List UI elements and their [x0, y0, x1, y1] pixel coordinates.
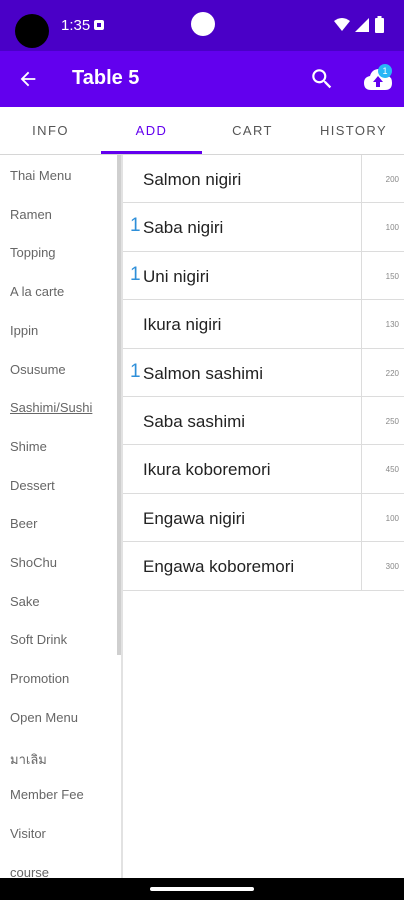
sidebar-item-label: Soft Drink	[10, 632, 68, 648]
item-divider	[361, 397, 362, 445]
home-gesture-handle[interactable]	[150, 887, 254, 891]
arrow-back-icon[interactable]	[17, 68, 39, 90]
item-divider	[361, 203, 362, 252]
item-name: Salmon sashimi	[143, 363, 263, 383]
tab-info[interactable]: INFO	[0, 107, 101, 154]
tab-cart[interactable]: CART	[202, 107, 303, 154]
sidebar-item-open-menu[interactable]: Open Menu	[0, 697, 117, 736]
item-divider	[361, 348, 362, 397]
menu-item[interactable]: 1 Salmon sashimi 220	[123, 348, 404, 397]
sidebar-item-label: Beer	[10, 516, 38, 532]
tab-add[interactable]: ADD	[101, 107, 202, 154]
item-price: 100	[385, 223, 399, 233]
item-price: 250	[385, 417, 399, 426]
page-title: Table 5	[72, 67, 140, 89]
item-name: Engawa nigiri	[143, 508, 246, 528]
item-count: 1	[130, 263, 141, 285]
cart-badge: 1	[378, 64, 392, 78]
status-time: 1:35	[61, 17, 91, 34]
item-price: 450	[385, 465, 399, 475]
item-name: Saba nigiri	[143, 218, 224, 238]
item-price: 220	[385, 368, 399, 378]
sidebar-item-label: Shime	[10, 438, 47, 454]
search-icon[interactable]	[309, 66, 335, 92]
item-price: 100	[385, 513, 399, 523]
menu-item[interactable]: Salmon nigiri 200	[123, 155, 404, 204]
sidebar-item-label: Ramen	[10, 206, 52, 222]
sidebar-item-sake[interactable]: Sake	[0, 581, 117, 620]
item-divider	[361, 300, 362, 349]
menu-item[interactable]: Ikura koboremori 450	[123, 445, 404, 494]
item-price: 300	[385, 562, 399, 572]
notification-icon	[94, 20, 104, 30]
menu-item[interactable]: Engawa nigiri 100	[123, 493, 404, 543]
sidebar-item-label: Open Menu	[10, 709, 78, 725]
camera-cutout	[15, 14, 49, 48]
sidebar-item-label: Osusume	[10, 361, 66, 377]
sidebar-item-label: Thai Menu	[10, 168, 72, 183]
tab-indicator	[101, 151, 202, 154]
item-divider	[361, 251, 362, 300]
item-divider	[361, 445, 362, 494]
menu-item[interactable]: Saba sashimi 250	[123, 397, 404, 446]
menu-item[interactable]: Engawa koboremori 300	[123, 542, 404, 591]
sidebar-item-label: Visitor	[10, 825, 46, 841]
sidebar-item-course[interactable]: course	[0, 852, 117, 878]
sidebar-item-shime[interactable]: Shime	[0, 426, 117, 465]
menu-list: Salmon nigiri 200 1 Saba nigiri 100 1 Un…	[123, 155, 404, 878]
menu-item[interactable]: 1 Uni nigiri 150	[123, 251, 404, 301]
item-name: Salmon nigiri	[143, 170, 242, 189]
item-count: 1	[130, 360, 141, 382]
sidebar-item-member-fee[interactable]: Member Fee	[0, 774, 117, 813]
sidebar-item-label: Topping	[10, 245, 56, 261]
sidebar-item-promotion[interactable]: Promotion	[0, 658, 117, 697]
item-price: 150	[385, 271, 399, 281]
sidebar-item-visitor[interactable]: Visitor	[0, 813, 117, 852]
sidebar-item-label: Ippin	[10, 322, 39, 338]
sidebar-item-a-la-carte[interactable]: A la carte	[0, 271, 117, 310]
sidebar-item-label: Dessert	[10, 477, 55, 493]
sidebar-item-label: course	[10, 864, 50, 878]
tab-bar: INFO ADD CART HISTORY	[0, 107, 404, 155]
sidebar-item-thai-label[interactable]: มาเลิม	[0, 736, 117, 775]
item-name: Uni nigiri	[143, 266, 210, 286]
sidebar-item-shochu[interactable]: ShoChu	[0, 542, 117, 581]
sidebar-item-topping[interactable]: Topping	[0, 232, 117, 271]
menu-item[interactable]: 1 Saba nigiri 100	[123, 203, 404, 252]
status-bar: 1:35	[0, 0, 404, 51]
item-name: Ikura nigiri	[143, 315, 222, 335]
sidebar-item-thai-menu[interactable]: Thai Menu	[0, 155, 117, 194]
camera-dot	[191, 12, 215, 36]
item-price: 200	[385, 175, 399, 184]
sidebar-item-label: Sashimi/Sushi	[10, 400, 93, 416]
item-divider	[361, 542, 362, 591]
item-count: 1	[130, 215, 141, 237]
tab-history[interactable]: HISTORY	[303, 107, 404, 154]
item-divider	[361, 493, 362, 542]
app-bar: Table 5 1	[0, 51, 404, 107]
sidebar-item-soft-drink[interactable]: Soft Drink	[0, 619, 117, 658]
category-sidebar: Thai Menu Ramen Topping A la carte Ippin…	[0, 155, 117, 878]
sidebar-item-sashimi-sushi[interactable]: Sashimi/Sushi	[0, 387, 117, 426]
wifi-icon	[334, 18, 350, 31]
sidebar-item-label: ShoChu	[10, 555, 57, 570]
sidebar-item-label: Member Fee	[10, 787, 84, 803]
sidebar-item-osusume[interactable]: Osusume	[0, 349, 117, 388]
sidebar-item-label: Sake	[10, 593, 40, 609]
sidebar-item-label: Promotion	[10, 671, 70, 687]
sidebar-item-dessert[interactable]: Dessert	[0, 465, 117, 504]
item-price: 130	[385, 320, 399, 330]
item-name: Ikura koboremori	[143, 460, 271, 480]
menu-item[interactable]: Ikura nigiri 130	[123, 300, 404, 349]
battery-icon	[375, 16, 384, 33]
sidebar-item-label: A la carte	[10, 284, 65, 300]
signal-icon	[355, 18, 369, 32]
sidebar-item-label: มาเลิม	[10, 751, 47, 767]
sidebar-item-ramen[interactable]: Ramen	[0, 194, 117, 233]
item-name: Engawa koboremori	[143, 557, 295, 577]
sidebar-item-beer[interactable]: Beer	[0, 503, 117, 542]
item-divider	[361, 155, 362, 203]
item-name: Saba sashimi	[143, 412, 246, 431]
sidebar-item-ippin[interactable]: Ippin	[0, 310, 117, 349]
